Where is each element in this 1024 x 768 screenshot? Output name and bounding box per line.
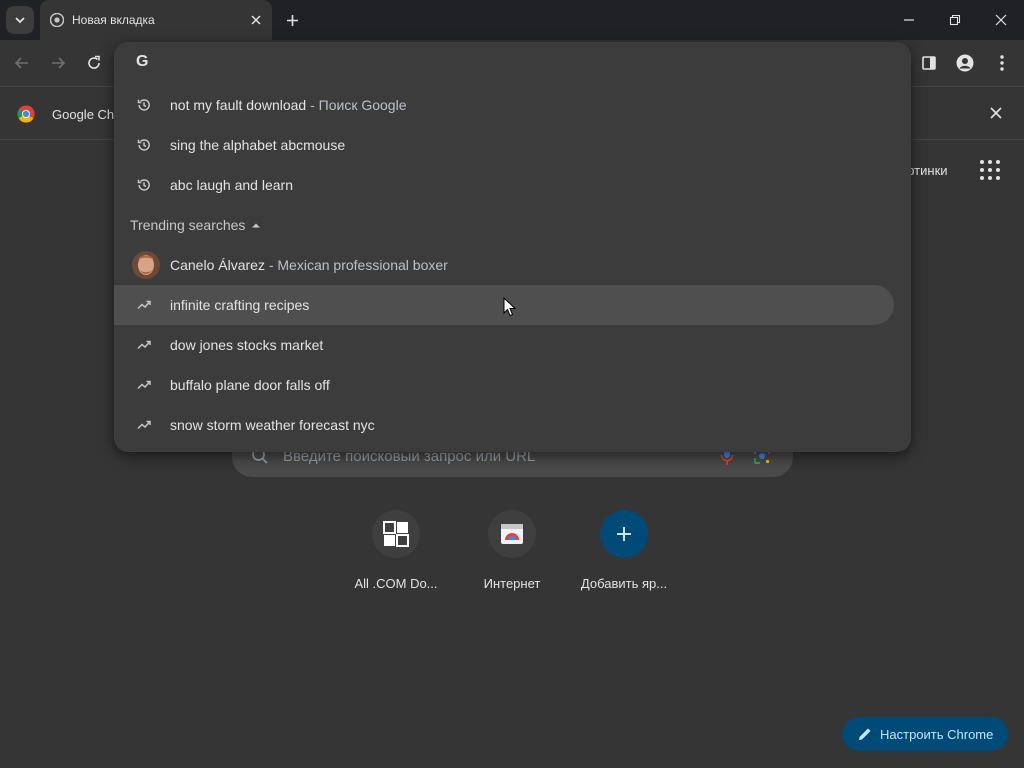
arrow-right-icon (52, 57, 66, 69)
info-bar-text: Google Ch (52, 107, 115, 122)
suggestion-trending[interactable]: buffalo plane door falls off (114, 365, 894, 405)
suggestion-text: snow storm weather forecast nyc (170, 417, 375, 433)
back-button[interactable] (11, 52, 33, 74)
tab-strip: Новая вкладка (0, 0, 1024, 40)
internet-icon (501, 524, 523, 544)
suggestion-text: not my fault download (170, 97, 307, 113)
forward-button[interactable] (47, 52, 69, 74)
history-icon (136, 177, 152, 193)
chrome-icon (50, 13, 64, 27)
tab-new-tab[interactable]: Новая вкладка (40, 0, 272, 40)
close-icon (990, 107, 1002, 119)
apps-dot (996, 168, 1000, 172)
trending-icon (136, 297, 152, 313)
tab-close-button[interactable] (248, 12, 264, 28)
restore-button[interactable] (932, 0, 978, 40)
trending-searches-header[interactable]: Trending searches (130, 217, 261, 233)
side-panel-icon (922, 56, 936, 70)
suggestion-history[interactable]: not my fault download - Поиск Google (114, 85, 894, 125)
apps-dot (980, 168, 984, 172)
omnibox-dropdown: G not my fault download - Поиск Google s… (114, 42, 911, 452)
apps-dot (980, 176, 984, 180)
trending-icon (136, 337, 152, 353)
customize-chrome-button[interactable]: Настроить Chrome (842, 717, 1008, 751)
tab-title: Новая вкладка (72, 13, 155, 27)
reload-icon (88, 55, 100, 69)
suggestion-text: sing the alphabet abcmouse (170, 137, 346, 153)
close-icon (995, 14, 1007, 26)
shortcut-label: Интернет (483, 576, 541, 591)
caret-up-icon (252, 223, 261, 228)
apps-dot (988, 176, 992, 180)
google-g-icon: G (136, 53, 149, 70)
suggestion-entity[interactable]: Canelo Álvarez - Mexican professional bo… (114, 245, 894, 285)
apps-dot (996, 176, 1000, 180)
google-apps-button[interactable] (978, 158, 1002, 182)
omnibox-input[interactable]: G (114, 42, 911, 84)
suggestion-desc: Поиск Google (318, 97, 407, 113)
history-icon (136, 137, 152, 153)
customize-chrome-label: Настроить Chrome (880, 726, 994, 742)
mouse-cursor-icon (503, 297, 516, 317)
trending-icon (136, 377, 152, 393)
apps-dot (996, 160, 1000, 164)
close-icon (251, 15, 261, 25)
grid-logo-icon (383, 521, 409, 547)
trending-header-label: Trending searches (130, 217, 246, 233)
chevron-down-icon (15, 17, 25, 24)
shortcut-label: All .COM Do... (354, 576, 438, 591)
arrow-left-icon (14, 57, 28, 69)
suggestion-desc: Mexican professional boxer (277, 257, 448, 273)
profile-button[interactable] (954, 52, 976, 74)
minimize-button[interactable] (886, 0, 932, 40)
trending-icon (136, 417, 152, 433)
suggestion-text: infinite crafting recipes (170, 297, 310, 313)
shortcut-tile (372, 510, 420, 558)
tab-search-button[interactable] (6, 6, 34, 34)
plus-icon (617, 527, 631, 541)
menu-button[interactable] (991, 52, 1013, 74)
shortcut-tile (488, 510, 536, 558)
shortcut-tile (600, 510, 648, 558)
history-icon (136, 97, 152, 113)
shortcut-all-com-domains[interactable]: All .COM Do... (340, 510, 452, 600)
plus-icon (286, 14, 298, 26)
close-window-button[interactable] (978, 0, 1024, 40)
shortcut-internet[interactable]: Интернет (456, 510, 568, 600)
side-panel-button[interactable] (918, 52, 940, 74)
apps-dot (988, 160, 992, 164)
shortcut-add[interactable]: Добавить яр... (568, 510, 680, 600)
info-bar-close-button[interactable] (990, 107, 1004, 121)
apps-dot (980, 160, 984, 164)
entity-thumbnail (132, 251, 160, 279)
suggestion-history[interactable]: sing the alphabet abcmouse (114, 125, 894, 165)
suggestion-trending[interactable]: snow storm weather forecast nyc (114, 405, 894, 445)
suggestion-trending[interactable]: dow jones stocks market (114, 325, 894, 365)
suggestion-text: buffalo plane door falls off (170, 377, 330, 393)
more-vertical-icon (1000, 55, 1004, 71)
apps-dot (988, 168, 992, 172)
profile-icon (956, 54, 974, 72)
suggestion-text: dow jones stocks market (170, 337, 324, 353)
pencil-icon (859, 728, 871, 740)
restore-icon (949, 14, 961, 26)
suggestion-text: abc laugh and learn (170, 177, 293, 193)
reload-button[interactable] (83, 52, 105, 74)
suggestion-history[interactable]: abc laugh and learn (114, 165, 894, 205)
suggestion-text: Canelo Álvarez (170, 257, 265, 273)
minimize-icon (904, 19, 914, 21)
chrome-logo-icon (17, 105, 35, 123)
new-tab-button[interactable] (282, 10, 302, 30)
shortcut-label: Добавить яр... (580, 576, 668, 591)
